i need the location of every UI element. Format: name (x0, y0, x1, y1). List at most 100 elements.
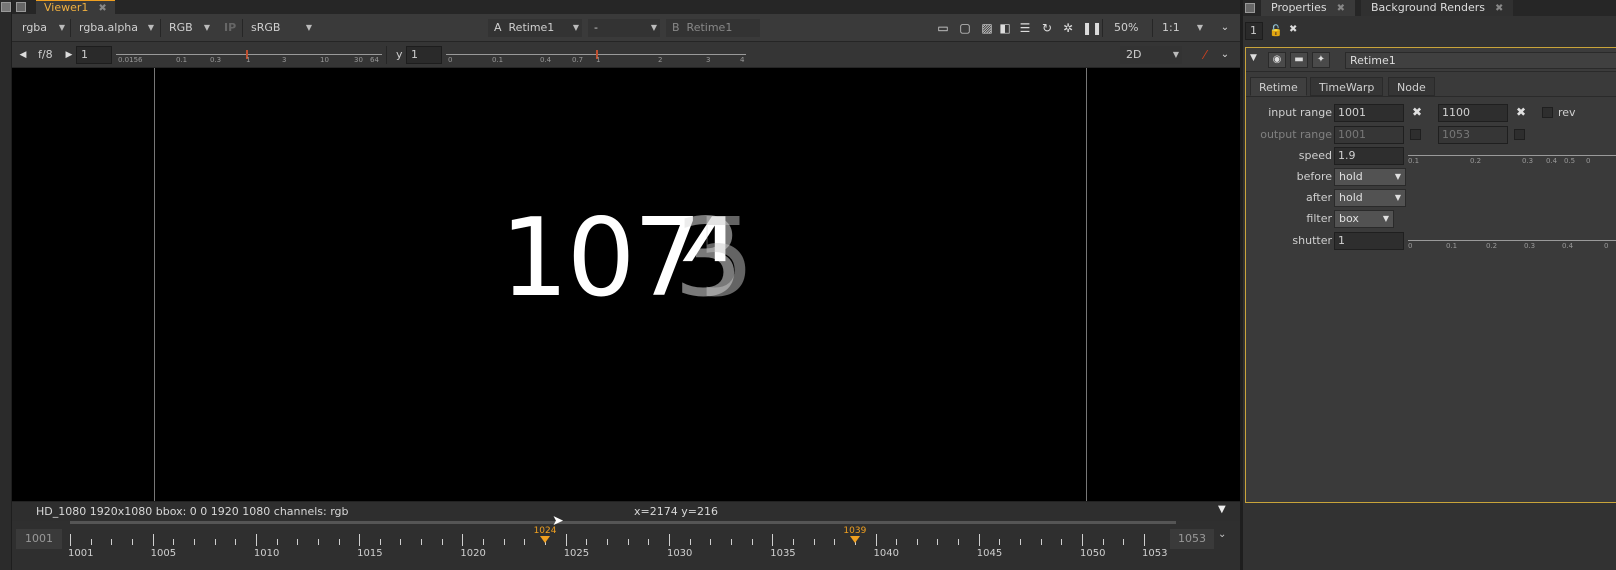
node-name-field[interactable]: Retime1 (1345, 52, 1616, 69)
in-point-marker[interactable] (540, 536, 551, 543)
frame-number-text: 107 (500, 196, 702, 321)
arrow-left-icon[interactable]: ◀ (16, 48, 30, 62)
shutter-slider[interactable]: 0 0.1 0.2 0.3 0.4 0 (1408, 232, 1616, 250)
input-a-dropdown[interactable]: A Retime1 ▼ (488, 19, 582, 37)
alpha-channel-dropdown[interactable]: rgba.alpha ▼ (73, 19, 157, 37)
view-mode-dropdown[interactable]: 2D ▼ (1120, 46, 1182, 64)
clear-x-icon[interactable]: ✖ (1412, 105, 1422, 119)
tab-properties[interactable]: Properties ✖ (1261, 0, 1355, 16)
pane-menu-icon[interactable] (1, 2, 11, 12)
divider (242, 19, 243, 37)
paint-icon[interactable]: ⁄ (1198, 48, 1212, 62)
speed-field[interactable]: 1.9 (1334, 147, 1404, 165)
input-last-field[interactable]: 1100 (1438, 104, 1508, 122)
speed-slider[interactable]: 0.1 0.2 0.3 0.4 0.5 0 (1408, 147, 1616, 165)
stripes-icon[interactable]: ▨ (980, 21, 994, 35)
zoom-dropdown[interactable]: 50% (1108, 19, 1148, 37)
expand-down-icon[interactable]: ▼ (1218, 504, 1226, 515)
timeline-tick (937, 539, 939, 545)
timeline-tick (1040, 539, 1042, 545)
lines-icon[interactable]: ☰ (1018, 21, 1032, 35)
timeline-tick (834, 539, 836, 545)
gamma-input[interactable]: 1 (406, 46, 442, 64)
timeline-tick-label: 1030 (666, 548, 693, 559)
arrow-right-icon[interactable]: ▶ (62, 48, 76, 62)
wrench-icon[interactable]: ✦ (1312, 52, 1330, 68)
before-value: hold (1339, 170, 1363, 183)
tick-label: 0.1 (492, 56, 504, 64)
close-icon[interactable]: ✖ (98, 3, 106, 14)
max-panels-input[interactable]: 1 (1245, 22, 1263, 40)
clear-x-icon[interactable]: ✖ (1516, 105, 1526, 119)
tick-label: 0.7 (572, 56, 584, 64)
tab-label: Viewer1 (44, 1, 89, 14)
timeline-tick (193, 539, 195, 545)
tick-label: 0.4 (1546, 157, 1558, 165)
safe-area-icon[interactable]: ▢ (958, 21, 972, 35)
tick-label: 3 (282, 56, 287, 64)
pause-icon[interactable]: ❚❚ (1082, 21, 1102, 35)
tick-label: 64 (370, 56, 379, 64)
gamma-slider[interactable]: 0 0.1 0.4 0.7 1 2 3 4 (446, 46, 746, 64)
channels-dropdown[interactable]: rgba ▼ (16, 19, 68, 37)
double-chevron-icon[interactable]: ⌄ (1218, 529, 1226, 540)
refresh-icon[interactable]: ↻ (1040, 21, 1054, 35)
timeline-track[interactable]: 1001 1005 1010 1015 1020 1025 1030 1035 1040 1045… (68, 521, 1176, 559)
input-op-dropdown[interactable]: - ▼ (588, 19, 660, 37)
tab-retime[interactable]: Retime (1250, 77, 1307, 96)
timeline-end-field[interactable]: 1053 (1170, 529, 1214, 549)
output-first-checkbox[interactable] (1410, 129, 1421, 140)
out-point-marker[interactable] (849, 536, 860, 543)
tick-label: 0.3 (210, 56, 222, 64)
output-last-checkbox[interactable] (1514, 129, 1525, 140)
tab-node[interactable]: Node (1388, 77, 1435, 96)
proxy-dropdown[interactable]: 1:1 ▼ (1156, 19, 1206, 37)
roi-icon[interactable]: ▭ (936, 21, 950, 35)
input-op-value: - (594, 21, 598, 34)
tab-viewer1[interactable]: Viewer1 ✖ (36, 0, 115, 14)
properties-panel: Properties ✖ Background Renders ✖ 1 🔓 ✖ ▼ … (1240, 0, 1616, 570)
close-icon[interactable]: ✖ (1495, 3, 1503, 14)
output-first-field[interactable]: 1001 (1334, 126, 1404, 144)
double-chevron-icon[interactable]: ⌄ (1218, 48, 1232, 62)
colorspace-dropdown[interactable]: sRGB ▼ (245, 19, 315, 37)
tick-label: 0.4 (1562, 242, 1574, 250)
viewer-toolbar-exposure: ◀ f/8 ▶ 1 0.0156 0.1 0.3 1 3 10 30 64 y … (12, 42, 1270, 68)
input-a-value: Retime1 (508, 21, 555, 34)
tab-background-renders[interactable]: Background Renders ✖ (1361, 0, 1514, 16)
pane-menu-icon[interactable] (1245, 3, 1255, 13)
fstop-toggle[interactable]: f/8 (32, 46, 64, 64)
slider-line (116, 54, 382, 55)
slider-line (1408, 155, 1616, 156)
lock-icon[interactable]: 🔓 (1269, 24, 1283, 37)
timeline-start-field[interactable]: 1001 (16, 529, 62, 549)
timeline-tick-label: 1015 (357, 548, 383, 559)
timeline-tick (792, 539, 794, 545)
display-mode-dropdown[interactable]: RGB ▼ (163, 19, 213, 37)
viewer-tab-bar: Viewer1 ✖ (12, 0, 1270, 14)
settings-icon[interactable]: ✲ (1061, 21, 1075, 35)
collapse-icon[interactable]: ▼ (1250, 53, 1257, 63)
tab-timewarp[interactable]: TimeWarp (1310, 77, 1384, 96)
float-panel-icon[interactable]: ▬ (1290, 52, 1308, 68)
shutter-field[interactable]: 1 (1334, 232, 1404, 250)
input-b-dropdown[interactable]: B Retime1 (666, 19, 760, 37)
gain-input[interactable]: 1 (76, 46, 112, 64)
clear-panels-icon[interactable]: ✖ (1289, 24, 1297, 35)
double-chevron-icon[interactable]: ⌄ (1218, 21, 1232, 35)
output-last-field[interactable]: 1053 (1438, 126, 1508, 144)
after-dropdown[interactable]: hold ▼ (1334, 189, 1406, 207)
input-first-field[interactable]: 1001 (1334, 104, 1404, 122)
before-dropdown[interactable]: hold ▼ (1334, 168, 1406, 186)
overlay-icon[interactable]: ◧ (998, 21, 1012, 35)
close-icon[interactable]: ✖ (1337, 3, 1345, 14)
pane-menu-icon[interactable] (16, 2, 26, 12)
reverse-checkbox[interactable] (1542, 107, 1553, 118)
filter-dropdown[interactable]: box ▼ (1334, 210, 1394, 228)
timeline-tick (462, 534, 464, 546)
timeline-tick (607, 539, 608, 545)
gain-slider[interactable]: 0.0156 0.1 0.3 1 3 10 30 64 (116, 46, 382, 64)
node-color-icon[interactable]: ◉ (1268, 52, 1286, 68)
timeline-tick (131, 539, 133, 545)
ip-button[interactable]: IP (218, 19, 240, 37)
